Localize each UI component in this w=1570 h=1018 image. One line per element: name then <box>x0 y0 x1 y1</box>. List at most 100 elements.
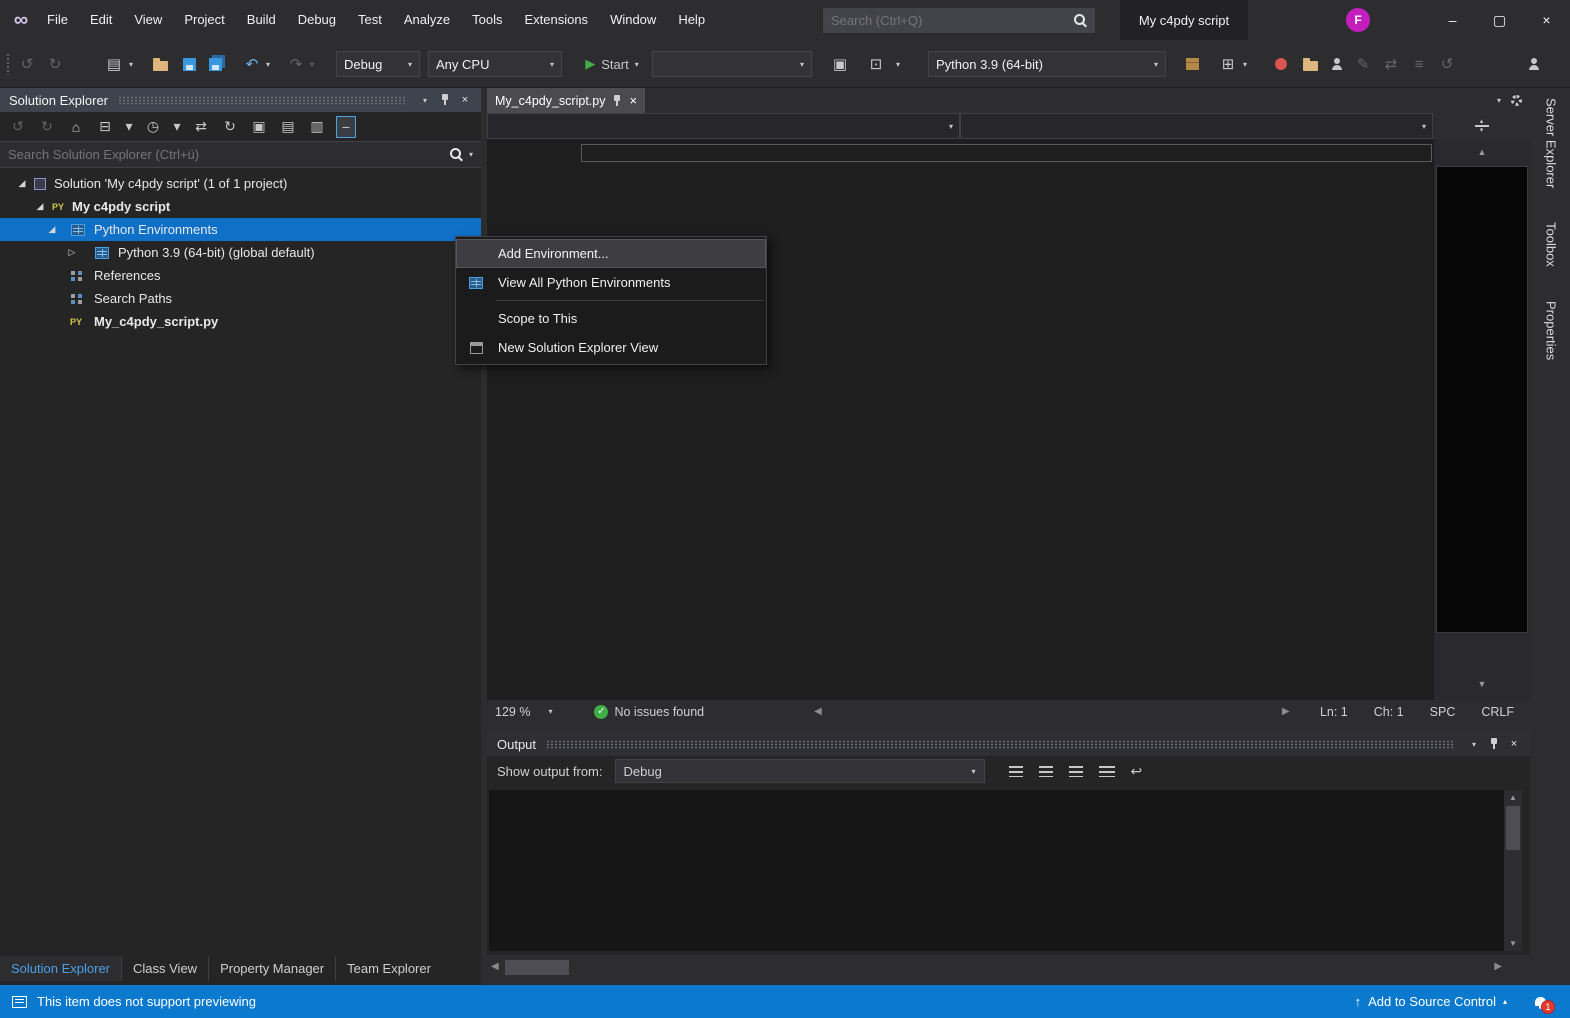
window-layout-icon[interactable]: ⊞ <box>1218 52 1238 76</box>
tab-property-manager[interactable]: Property Manager <box>209 956 336 981</box>
home-icon[interactable]: ⌂ <box>66 116 86 138</box>
scrollbar-thumb[interactable] <box>505 960 569 975</box>
refresh-icon[interactable]: ↻ <box>220 116 240 138</box>
hscroll-right-icon[interactable]: ▶ <box>1282 706 1290 717</box>
close-icon[interactable]: × <box>629 93 637 108</box>
python-interactive-icon[interactable] <box>1272 52 1290 76</box>
toolbar-empty-combo[interactable]: ▾ <box>652 51 812 77</box>
code-editor-surface[interactable] <box>487 139 1434 700</box>
solution-explorer-titlebar[interactable]: Solution Explorer ▾ × <box>0 88 481 112</box>
spaces-indicator[interactable]: SPC <box>1430 705 1456 719</box>
toggle-word-wrap-icon[interactable]: ↩ <box>1131 763 1143 780</box>
back-icon[interactable]: ↺ <box>8 116 28 138</box>
output-content[interactable] <box>489 790 1504 951</box>
add-to-source-control-button[interactable]: ↑ Add to Source Control ▴ <box>1355 994 1507 1009</box>
feedback-icon[interactable] <box>1524 52 1544 76</box>
scroll-left-icon[interactable]: ◀ <box>491 961 499 972</box>
split-window-handle-icon[interactable]: ▴▾ <box>1475 119 1489 133</box>
quick-launch-search-input[interactable] <box>831 13 1074 28</box>
zoom-control[interactable]: 129 % ▾ <box>487 700 560 723</box>
solution-configurations-combo[interactable]: Debug▾ <box>336 51 420 77</box>
goto-next-message-icon[interactable] <box>1069 766 1083 777</box>
notifications-button[interactable]: 1 <box>1535 997 1546 1006</box>
tree-row-python-environments[interactable]: ◢ Python Environments <box>0 218 481 241</box>
screenshot-dropdown-icon[interactable]: ▾ <box>892 52 904 76</box>
search-dropdown-icon[interactable]: ▾ <box>469 150 473 159</box>
solution-explorer-search[interactable]: ▾ <box>0 142 481 168</box>
menu-item-view-all-python-environments[interactable]: View All Python Environments <box>456 268 766 297</box>
tree-row-references[interactable]: References <box>0 264 481 287</box>
show-all-files-icon[interactable]: ▥ <box>307 116 327 138</box>
sidetab-properties[interactable]: Properties <box>1544 297 1559 364</box>
close-button[interactable]: × <box>1523 0 1570 40</box>
new-project-dropdown-icon[interactable]: ▾ <box>126 52 136 76</box>
python-environment-combo[interactable]: Python 3.9 (64-bit)▾ <box>928 51 1166 77</box>
toolbar-grip[interactable] <box>6 53 10 75</box>
save-all-icon[interactable] <box>205 52 225 76</box>
menu-item-scope-to-this[interactable]: Scope to This <box>456 304 766 333</box>
scroll-down-icon[interactable]: ▼ <box>1504 939 1522 948</box>
save-icon[interactable] <box>180 52 198 76</box>
tree-row-search-paths[interactable]: Search Paths <box>0 287 481 310</box>
menu-edit[interactable]: Edit <box>79 0 123 40</box>
sync-with-active-document-icon[interactable]: ⇄ <box>191 116 211 138</box>
menu-help[interactable]: Help <box>667 0 716 40</box>
scroll-up-icon[interactable]: ▲ <box>1504 793 1522 802</box>
list-icon[interactable]: ≡ <box>1410 52 1428 76</box>
menu-analyze[interactable]: Analyze <box>393 0 461 40</box>
project-navigation-combo[interactable]: ▾ <box>487 113 960 139</box>
window-position-icon[interactable]: ▾ <box>1464 734 1484 754</box>
menu-window[interactable]: Window <box>599 0 667 40</box>
attach-to-process-icon[interactable]: ▣ <box>830 52 850 76</box>
editor-tab[interactable]: My_c4pdy_script.py × <box>487 88 645 113</box>
tree-row-solution[interactable]: ◢ Solution 'My c4pdy script' (1 of 1 pro… <box>0 172 481 195</box>
pencil-icon[interactable]: ✎ <box>1354 52 1372 76</box>
menu-project[interactable]: Project <box>173 0 235 40</box>
goto-previous-message-icon[interactable] <box>1039 766 1053 777</box>
start-debug-button[interactable]: ▶ Start ▾ <box>572 52 652 76</box>
pin-icon[interactable] <box>435 90 455 110</box>
undo-icon[interactable]: ↶ <box>242 52 262 76</box>
screenshot-icon[interactable]: ⊡ <box>866 52 886 76</box>
line-ending-indicator[interactable]: CRLF <box>1481 705 1514 719</box>
pending-changes-filter-icon[interactable]: ◷ <box>143 116 163 138</box>
menu-extensions[interactable]: Extensions <box>513 0 599 40</box>
output-source-combo[interactable]: Debug ▾ <box>615 759 985 783</box>
menu-build[interactable]: Build <box>236 0 287 40</box>
sidetab-server-explorer[interactable]: Server Explorer <box>1544 94 1559 192</box>
compare-icon[interactable]: ⇄ <box>1382 52 1400 76</box>
gear-icon[interactable] <box>1511 95 1522 106</box>
scroll-down-icon[interactable]: ▼ <box>1434 679 1530 689</box>
quick-launch-search[interactable] <box>823 8 1095 33</box>
line-indicator[interactable]: Ln: 1 <box>1320 705 1348 719</box>
column-indicator[interactable]: Ch: 1 <box>1374 705 1404 719</box>
expanded-arrow-icon[interactable]: ◢ <box>34 201 46 212</box>
tab-solution-explorer[interactable]: Solution Explorer <box>0 956 122 981</box>
scrollbar-thumb[interactable] <box>1506 806 1520 850</box>
minimize-button[interactable]: – <box>1429 0 1476 40</box>
forward-icon[interactable]: ↻ <box>37 116 57 138</box>
tab-list-dropdown-icon[interactable]: ▾ <box>1497 96 1501 105</box>
solution-explorer-search-input[interactable] <box>8 147 450 162</box>
menu-item-new-solution-explorer-view[interactable]: New Solution Explorer View <box>456 333 766 362</box>
close-icon[interactable]: × <box>1504 734 1524 754</box>
history-icon[interactable]: ↺ <box>1438 52 1456 76</box>
minimap[interactable] <box>1436 166 1528 633</box>
menu-debug[interactable]: Debug <box>287 0 347 40</box>
hscroll-left-icon[interactable]: ◀ <box>814 706 822 717</box>
tab-class-view[interactable]: Class View <box>122 956 209 981</box>
bottom-horizontal-scrollbar[interactable]: ◀ ▶ <box>487 957 1506 978</box>
open-folder-icon[interactable] <box>150 52 170 76</box>
package-manager-icon[interactable] <box>1182 52 1202 76</box>
menu-item-add-environment[interactable]: Add Environment... <box>456 239 766 268</box>
menu-file[interactable]: File <box>36 0 79 40</box>
output-vertical-scrollbar[interactable]: ▲ ▼ <box>1504 790 1522 951</box>
close-icon[interactable]: × <box>455 90 475 110</box>
find-message-icon[interactable] <box>1009 766 1023 777</box>
window-layout-dropdown-icon[interactable]: ▾ <box>1240 52 1250 76</box>
output-titlebar[interactable]: Output ▾ × <box>487 732 1530 756</box>
member-navigation-combo[interactable]: ▾ <box>960 113 1433 139</box>
tree-row-python-interpreter[interactable]: ▷ Python 3.9 (64-bit) (global default) <box>0 241 481 264</box>
menu-tools[interactable]: Tools <box>461 0 513 40</box>
scroll-up-icon[interactable]: ▲ <box>1434 147 1530 157</box>
